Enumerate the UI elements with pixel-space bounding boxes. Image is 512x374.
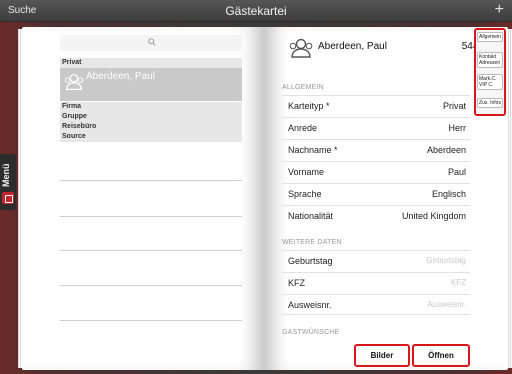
field-label: Ausweisnr. <box>288 300 332 310</box>
field-value: Aberdeen <box>426 145 466 155</box>
field-vorname[interactable]: Vorname Paul <box>282 161 470 182</box>
category-reisebuero[interactable]: Reisebüro <box>60 122 242 132</box>
field-value: Herr <box>448 123 467 133</box>
field-value: Privat <box>442 101 466 111</box>
field-sprache[interactable]: Sprache Englisch <box>282 183 470 204</box>
page-edge-right <box>508 29 512 368</box>
field-label: Nationalität <box>288 211 334 221</box>
field-label: Geburtstag <box>288 256 333 266</box>
section-more-data: WEITERE DATEN <box>282 239 342 246</box>
category-gruppe[interactable]: Gruppe <box>60 112 242 122</box>
field-nationalitaet[interactable]: Nationalität United Kingdom <box>282 205 470 226</box>
list-divider <box>60 285 242 286</box>
search-icon <box>148 38 156 46</box>
guest-group-icon <box>64 74 84 90</box>
section-wishes: GASTWÜNSCHE <box>282 329 340 336</box>
list-divider <box>60 180 242 181</box>
add-button[interactable]: + <box>495 1 504 19</box>
tab-general[interactable]: Allgemein <box>477 32 503 42</box>
category-source[interactable]: Source <box>60 132 242 142</box>
side-menu-label: Menü <box>1 163 11 187</box>
guest-full-name: Aberdeen, Paul <box>318 41 387 52</box>
detail-tabs: Allgemein Kontakt Adressen Mark.C. VIP C… <box>474 28 506 116</box>
page-title: Gästekartei <box>225 4 287 18</box>
list-divider <box>60 320 242 321</box>
tab-marketing-vip[interactable]: Mark.C. VIP C. <box>477 74 503 90</box>
field-label: KFZ <box>288 278 305 288</box>
tab-additional-info[interactable]: Zus. Infos <box>477 98 503 108</box>
field-label: Sprache <box>288 189 322 199</box>
guest-header: Aberdeen, Paul 5444 <box>288 36 490 64</box>
side-menu-tab[interactable]: Menü <box>0 154 16 210</box>
field-label: Anrede <box>288 123 318 133</box>
field-geburtstag[interactable]: Geburtstag Geburtstag <box>282 250 470 271</box>
tab-contact-addresses[interactable]: Kontakt Adressen <box>477 52 503 68</box>
group-header-private: Privat <box>60 58 242 68</box>
field-anrede[interactable]: Anrede Herr <box>282 117 470 138</box>
field-placeholder: Ausweisnr. <box>427 300 466 309</box>
category-list: Firma Gruppe Reisebüro Source <box>60 102 242 142</box>
field-label: Vorname <box>288 167 325 177</box>
field-value: Paul <box>447 167 466 177</box>
field-kfz[interactable]: KFZ KFZ <box>282 272 470 293</box>
open-button[interactable]: Öffnen <box>412 344 470 367</box>
field-ausweisnr[interactable]: Ausweisnr. Ausweisnr. <box>282 294 470 315</box>
search-input[interactable] <box>60 35 242 51</box>
section-general: ALLGEMEIN <box>282 84 324 91</box>
field-nachname[interactable]: Nachname * Aberdeen <box>282 139 470 160</box>
field-label: Nachname * <box>288 145 338 155</box>
field-placeholder: KFZ <box>450 278 466 287</box>
guest-list-item-selected[interactable]: Aberdeen, Paul <box>60 68 242 101</box>
list-divider <box>60 250 242 251</box>
field-placeholder: Geburtstag <box>426 256 466 265</box>
guest-group-icon <box>289 38 313 58</box>
list-divider <box>60 216 242 217</box>
field-value: Englisch <box>431 189 466 199</box>
guest-name: Aberdeen, Paul <box>86 71 155 82</box>
category-firma[interactable]: Firma <box>60 102 242 112</box>
field-label: Karteityp * <box>288 101 330 111</box>
top-bar: Suche Gästekartei + <box>0 0 512 22</box>
field-value: United Kingdom <box>401 211 466 221</box>
app-logo-icon <box>2 192 14 204</box>
images-button[interactable]: Bilder <box>354 344 410 367</box>
field-karteityp[interactable]: Karteityp * Privat <box>282 95 470 116</box>
